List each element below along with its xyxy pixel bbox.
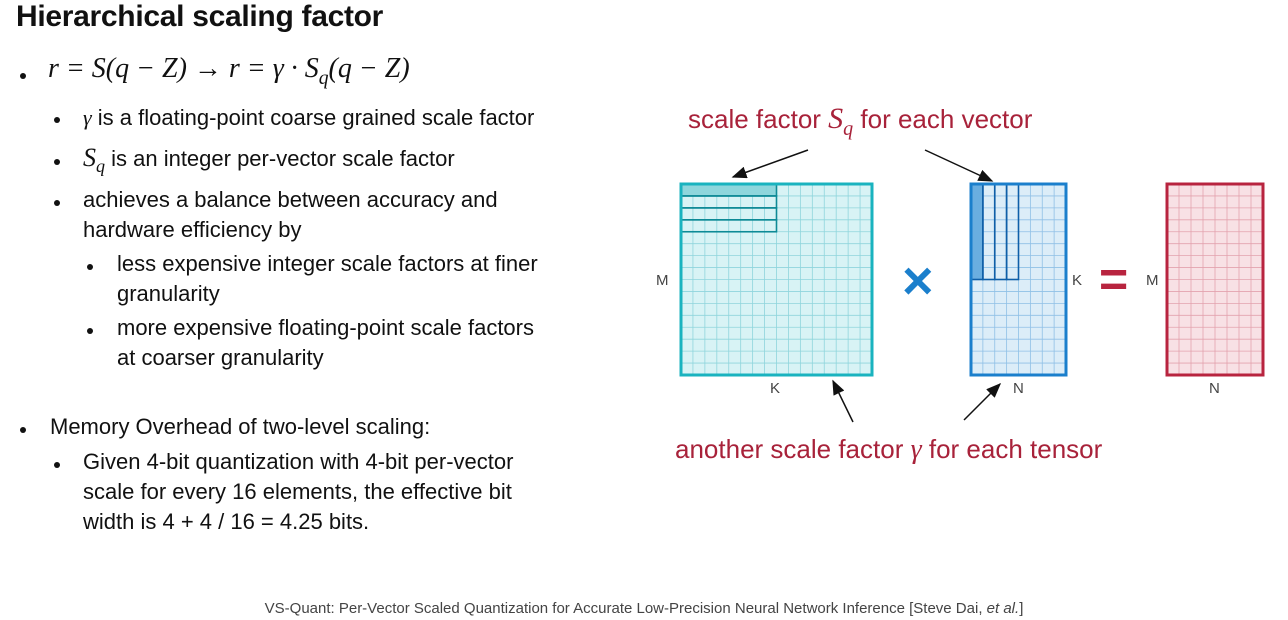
- citation-italic: et al.: [986, 600, 1020, 617]
- highlighted-row-vector: [681, 184, 777, 196]
- matrix-a-grid: [679, 182, 874, 377]
- citation-main: VS-Quant: Per-Vector Scaled Quantization…: [264, 600, 987, 617]
- arrow-to-col-vector: [924, 149, 994, 182]
- arrow-to-tensor-b: [963, 382, 1002, 421]
- matrix-b-grid: [969, 182, 1068, 377]
- citation-footer: VS-Quant: Per-Vector Scaled Quantization…: [0, 600, 1288, 617]
- citation-end: ]: [1019, 600, 1024, 617]
- arrow-to-tensor-a: [832, 379, 854, 423]
- highlighted-col-vector: [971, 184, 983, 280]
- matrix-diagram: [679, 149, 1265, 423]
- matrix-c-grid: [1165, 182, 1265, 377]
- arrow-to-row-vector: [731, 149, 809, 179]
